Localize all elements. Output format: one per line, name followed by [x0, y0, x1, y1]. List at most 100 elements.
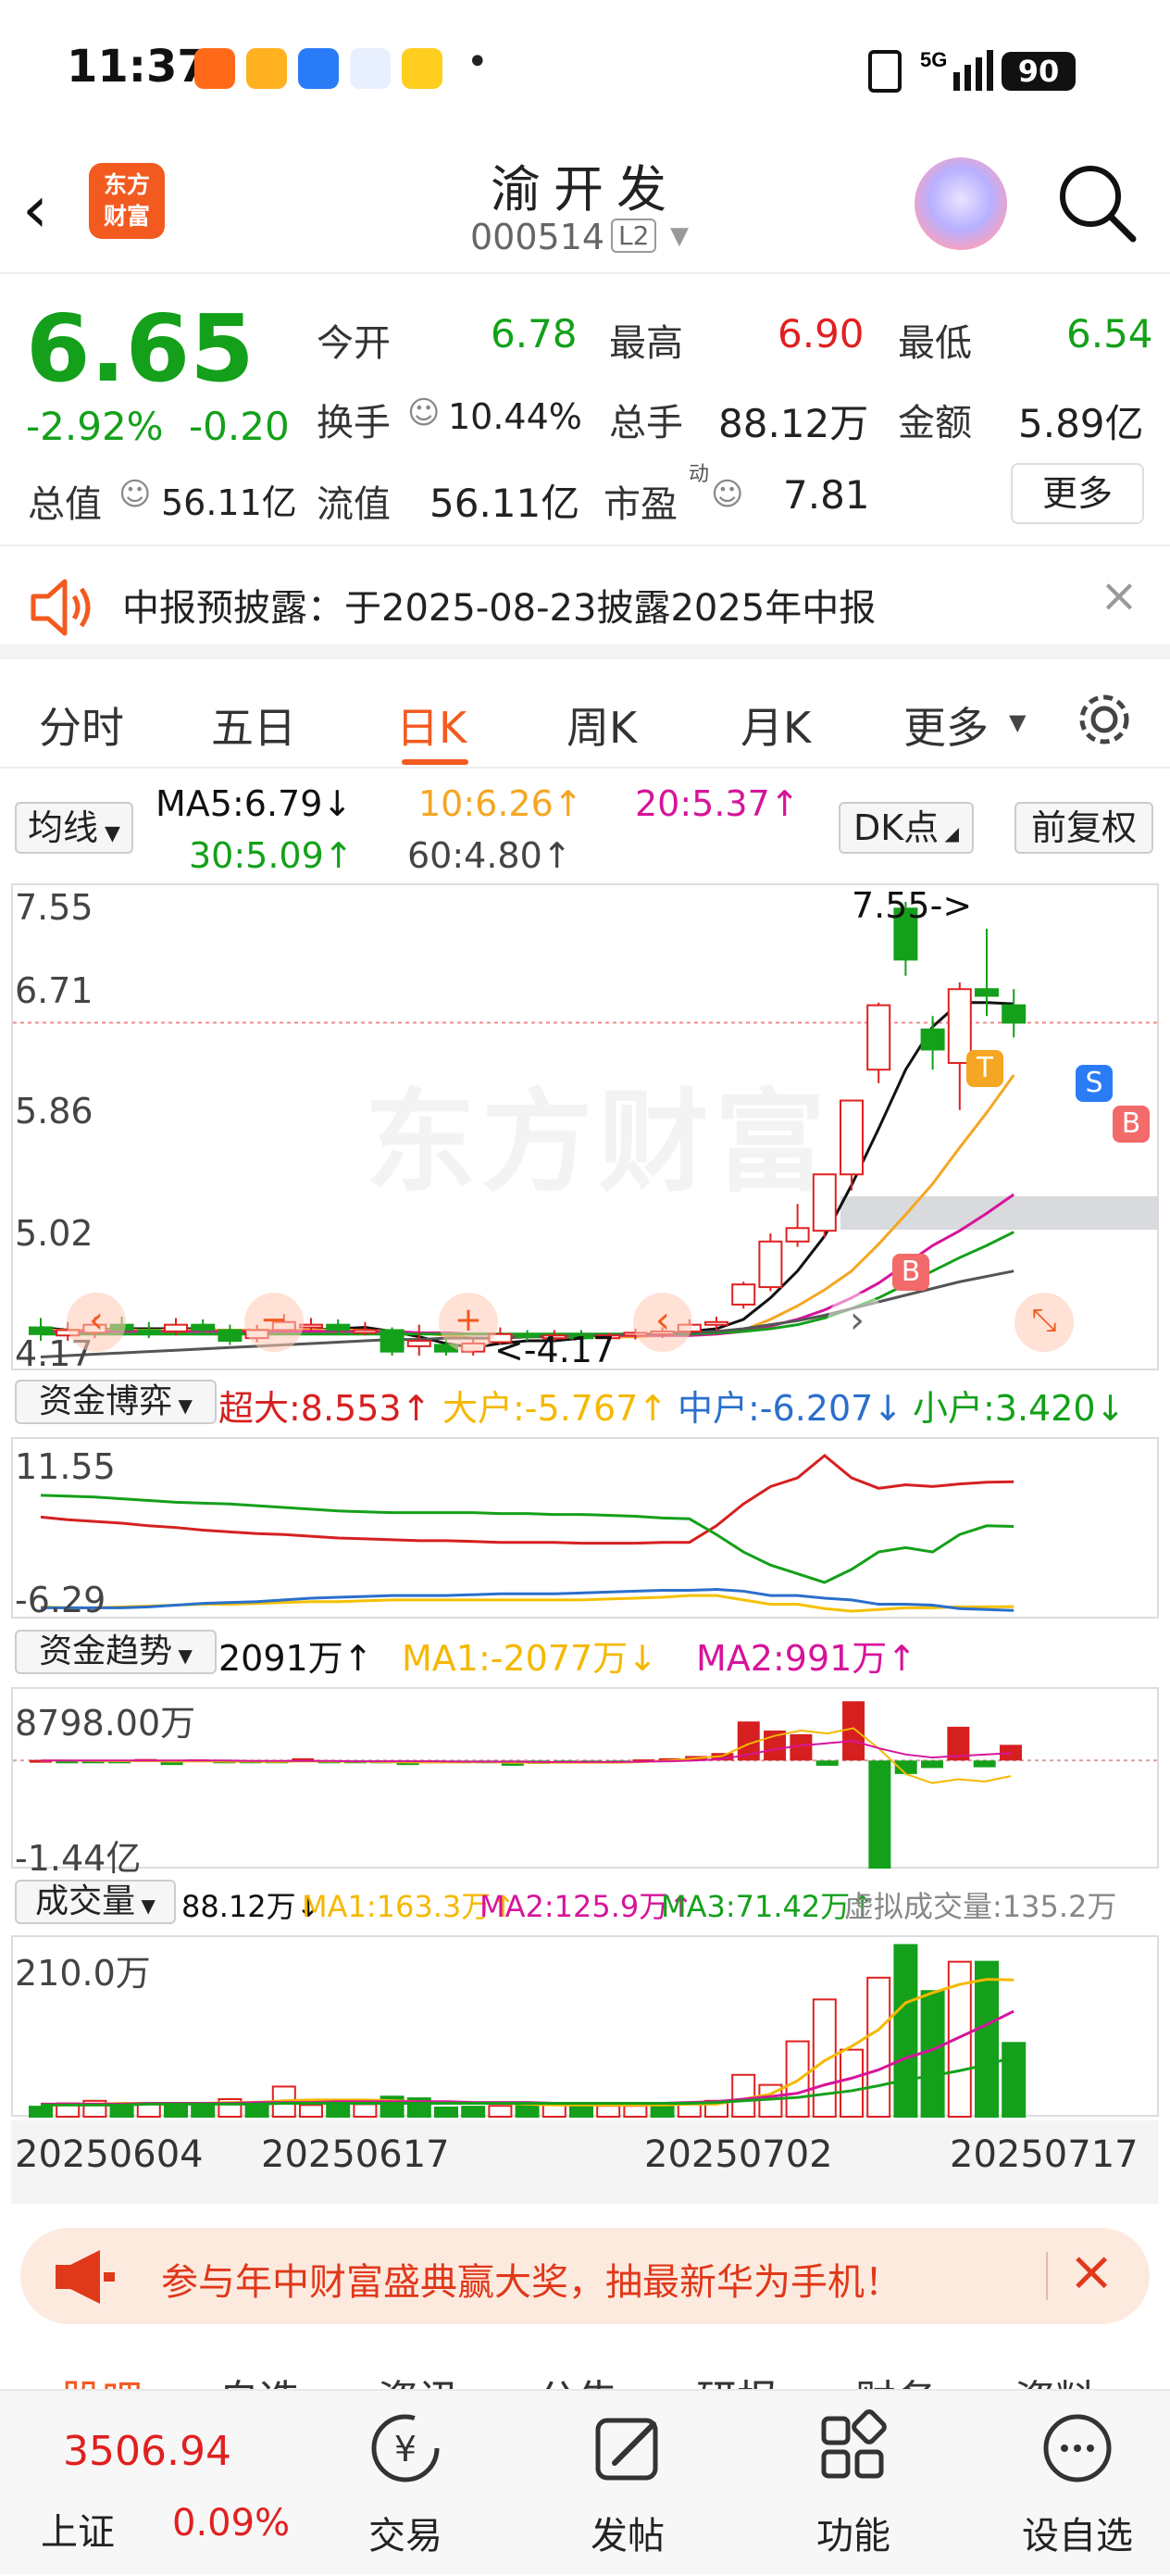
- zoom-in-icon[interactable]: +: [439, 1293, 498, 1352]
- flow-small-value: 小户:3.420↓: [913, 1388, 1126, 1429]
- volume-bar: [515, 2105, 540, 2119]
- level2-badge[interactable]: L2: [611, 219, 657, 253]
- volume-ma3-value: MA3:71.42万↑: [661, 1889, 876, 1924]
- grid-function-icon: [821, 2409, 887, 2479]
- tab-weekly-k[interactable]: 周K: [566, 694, 637, 756]
- more-quote-button[interactable]: 更多: [1011, 463, 1144, 524]
- volume-bar: [299, 2104, 323, 2118]
- tab-monthly-k[interactable]: 月K: [741, 694, 811, 756]
- zoom-out-icon[interactable]: −: [244, 1293, 304, 1352]
- tab-reports[interactable]: 研报: [696, 2367, 778, 2389]
- trend-bar: [815, 1760, 839, 1766]
- scroll-back-icon[interactable]: ‹: [633, 1293, 692, 1352]
- volume-chart[interactable]: 210.0万: [11, 1935, 1159, 2119]
- flow-large-value: 大户:-5.767↑: [442, 1388, 668, 1429]
- info-icon[interactable]: ☺: [407, 394, 440, 431]
- candle-body: [164, 1323, 188, 1332]
- info-icon[interactable]: ☺: [118, 476, 151, 513]
- tab-news[interactable]: 资讯: [378, 2367, 459, 2389]
- chevron-down-icon[interactable]: ▼: [1009, 709, 1026, 735]
- selector-label: 资金趋势: [39, 1632, 173, 1670]
- tab-intraday[interactable]: 分时: [39, 694, 124, 756]
- gear-icon[interactable]: [1072, 687, 1137, 752]
- bottom-nav: 3506.94 上证 0.09% ¥ 交易 发帖 功能 设自选: [0, 2389, 1170, 2574]
- amount-label: 金额: [898, 402, 972, 444]
- chevron-down-icon[interactable]: ▼: [670, 222, 689, 250]
- ai-assistant-avatar[interactable]: [915, 157, 1007, 250]
- scroll-left-icon[interactable]: ‹: [67, 1293, 126, 1352]
- tab-profile[interactable]: 资料: [1014, 2367, 1096, 2389]
- candle-body: [785, 1227, 810, 1243]
- indicator-selector-trend[interactable]: 资金趋势 ▼: [15, 1630, 217, 1674]
- y-axis-label: -1.44亿: [15, 1838, 142, 1879]
- signal-b-marker[interactable]: B: [1113, 1106, 1150, 1143]
- tab-guba[interactable]: 股吧: [61, 2367, 143, 2389]
- signal-s-marker[interactable]: S: [1076, 1065, 1113, 1102]
- candle-body: [920, 1028, 945, 1051]
- stock-code[interactable]: 000514: [470, 217, 604, 257]
- svg-text:¥: ¥: [394, 2429, 417, 2470]
- fund-flow-chart[interactable]: 11.55 -6.29: [11, 1437, 1159, 1620]
- close-icon[interactable]: ×: [1068, 2239, 1114, 2304]
- index-ticker[interactable]: 3506.94 上证 0.09%: [0, 2391, 305, 2576]
- battery-icon: 90: [1002, 52, 1076, 91]
- signal-b-marker[interactable]: B: [892, 1254, 929, 1291]
- signal-5g-icon: 5G: [920, 48, 947, 71]
- candle-body: [1002, 1004, 1027, 1024]
- volume-bar: [541, 2104, 566, 2118]
- candle-body: [840, 1099, 864, 1176]
- info-icon[interactable]: ☺: [711, 476, 743, 513]
- date-label: 20250717: [950, 2133, 1139, 2176]
- adjust-button[interactable]: 前复权: [1014, 802, 1153, 854]
- trend-bar: [842, 1701, 865, 1761]
- edit-post-icon: [595, 2418, 658, 2481]
- dk-point-button[interactable]: DK点 ◢: [839, 802, 974, 854]
- y-axis-label: 210.0万: [15, 1953, 151, 1994]
- banner-text: 参与年中财富盛典赢大奖，抽最新华为手机！: [161, 2261, 902, 2304]
- active-tab-indicator: [402, 759, 468, 765]
- high-label: 最高: [609, 322, 683, 365]
- indicator-selector-ma[interactable]: 均线 ▼: [15, 802, 133, 854]
- signal-t-marker[interactable]: T: [966, 1050, 1003, 1087]
- kline-chart[interactable]: 东方财富 7.55 6.71 5.86 5.02 4.17 7.55-> <-4…: [11, 883, 1161, 1374]
- notice-bar[interactable]: 中报预披露：于2025-08-23披露2025年中报 ×: [0, 548, 1170, 659]
- volume-value: 88.12万: [718, 401, 869, 446]
- volume-bar: [29, 2106, 53, 2118]
- candle-body: [380, 1329, 405, 1353]
- flow-mid-value: 中户:-6.207↓: [678, 1388, 903, 1429]
- megaphone-icon: [56, 2250, 115, 2304]
- signal-bar-icon: [953, 72, 960, 91]
- date-axis: 20250604 20250617 20250702 20250717: [11, 2120, 1159, 2204]
- pe-value: 7.81: [783, 472, 870, 518]
- volume-bar: [866, 1976, 891, 2118]
- tab-daily-k[interactable]: 日K: [396, 694, 467, 756]
- trend-bar: [921, 1760, 944, 1769]
- candle-body: [406, 1340, 431, 1347]
- candle-body: [353, 1329, 378, 1334]
- tab-more[interactable]: 更多: [903, 694, 989, 756]
- tab-financials[interactable]: 财务: [855, 2367, 937, 2389]
- selector-label: 成交量: [35, 1882, 136, 1920]
- candle-body: [812, 1173, 837, 1232]
- y-axis-label: -6.29: [15, 1580, 106, 1620]
- volume-svg: [29, 1944, 1027, 2119]
- tab-watchlist[interactable]: 自选: [218, 2367, 300, 2389]
- mktcap-label: 总值: [28, 483, 102, 526]
- date-label: 20250702: [644, 2133, 833, 2176]
- fund-trend-chart[interactable]: 8798.00万 -1.44亿: [11, 1687, 1161, 1879]
- signal-bar-icon: [987, 50, 993, 91]
- fullscreen-icon[interactable]: ⤡: [1014, 1293, 1074, 1352]
- change-percent: -2.92%: [26, 404, 164, 449]
- candle-body: [758, 1240, 783, 1289]
- close-icon[interactable]: ×: [1100, 569, 1139, 622]
- current-price: 6.65: [26, 294, 255, 403]
- promo-banner[interactable]: 参与年中财富盛典赢大奖，抽最新华为手机！ ×: [20, 2228, 1150, 2324]
- y-axis-label: 5.86: [15, 1091, 93, 1132]
- scroll-right-icon[interactable]: ›: [828, 1293, 887, 1352]
- search-icon[interactable]: [1055, 161, 1139, 244]
- tab-five-day[interactable]: 五日: [211, 694, 296, 756]
- indicator-selector-volume[interactable]: 成交量 ▼: [15, 1880, 176, 1924]
- indicator-selector-flow[interactable]: 资金博弈 ▼: [15, 1380, 217, 1424]
- volume-label: 总手: [609, 402, 683, 444]
- tab-announcements[interactable]: 公告: [537, 2367, 618, 2389]
